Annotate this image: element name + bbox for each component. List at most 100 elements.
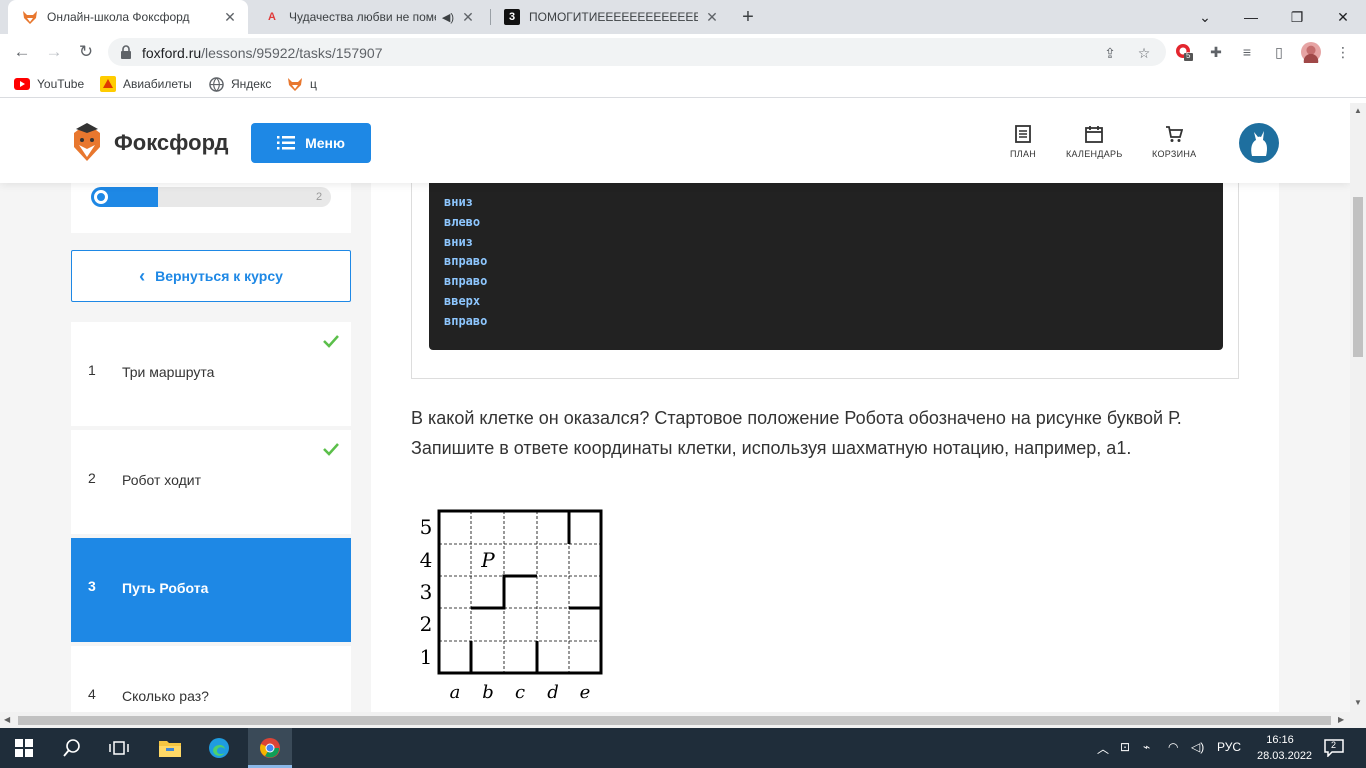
restore-button[interactable]: ❐ (1274, 0, 1320, 34)
media-control-icon[interactable]: ≡ (1237, 42, 1257, 62)
row-label: 5 (420, 515, 433, 539)
tab-search-icon[interactable]: ⌄ (1182, 0, 1228, 34)
scroll-left-arrow-icon[interactable]: ◀ (4, 715, 10, 724)
tray-meet-icon[interactable]: ⊡ (1120, 740, 1130, 754)
close-tab-icon[interactable]: ✕ (460, 9, 476, 26)
horizontal-scrollbar[interactable]: ◀ ▶ (0, 712, 1366, 728)
bookmark-yandex[interactable]: Яндекс (208, 76, 271, 92)
close-window-button[interactable]: ✕ (1320, 0, 1366, 34)
menu-button[interactable]: Меню (251, 123, 371, 163)
foxford-bookmark-icon (287, 76, 303, 92)
col-label: e (580, 682, 591, 703)
menu-kebab-icon[interactable]: ⋮ (1333, 42, 1353, 62)
lesson-number: 1 (88, 362, 96, 378)
puzzle-extensions-icon[interactable]: ✚ (1206, 42, 1226, 62)
lesson-item-4[interactable]: 4 Сколько раз? (71, 646, 351, 712)
side-panel-icon[interactable]: ▯ (1269, 42, 1289, 62)
logo-text: Фоксфорд (114, 130, 229, 155)
close-tab-icon[interactable]: ✕ (222, 9, 238, 26)
tab-video[interactable]: A Чудачества любви не поме ◀) ✕ (250, 0, 486, 34)
plan-icon (1015, 125, 1031, 143)
horizontal-scroll-thumb[interactable] (18, 716, 1331, 725)
chrome-icon[interactable] (258, 736, 282, 760)
tray-cable-icon[interactable]: ⌁ (1143, 740, 1150, 754)
col-label: c (515, 682, 525, 703)
nav-calendar[interactable]: КАЛЕНДАРЬ (1066, 125, 1123, 159)
bookmark-label: ц (310, 77, 317, 91)
lesson-item-3[interactable]: 3 Путь Робота (71, 538, 351, 642)
code-line: вниз (444, 234, 473, 249)
code-block: вниз влево вниз вправо вправо вверх впра… (429, 179, 1223, 350)
youtube-icon (14, 76, 30, 92)
bookmark-label: YouTube (37, 77, 85, 91)
language-indicator[interactable]: РУС (1217, 740, 1241, 754)
calendar-icon (1085, 126, 1104, 143)
forward-arrow-icon[interactable]: → (42, 40, 66, 64)
share-icon[interactable]: ⇪ (1102, 45, 1118, 61)
file-explorer-icon[interactable] (158, 736, 182, 760)
bookmark-star-icon[interactable]: ☆ (1136, 45, 1152, 61)
nav-label: КАЛЕНДАРЬ (1066, 149, 1123, 159)
row-label: 1 (420, 645, 433, 669)
edge-browser-icon[interactable] (207, 736, 231, 760)
reload-icon[interactable]: ↻ (74, 40, 98, 64)
vertical-scrollbar[interactable]: ▲ ▼ (1350, 103, 1366, 712)
tab-znanija[interactable]: 3 ПОМОГИТИЕЕЕЕЕЕЕЕЕЕЕЕЕЕЕЕ ✕ (490, 0, 730, 34)
scroll-right-arrow-icon[interactable]: ▶ (1338, 715, 1344, 724)
notifications-icon[interactable]: 2 (1322, 736, 1346, 760)
nav-label: КОРЗИНА (1152, 149, 1197, 159)
clock-time: 16:16 (1266, 734, 1294, 746)
lesson-item-1[interactable]: 1 Три маршрута (71, 322, 351, 426)
scroll-down-arrow-icon[interactable]: ▼ (1354, 698, 1362, 707)
code-line: вниз (444, 195, 473, 209)
col-label: d (547, 682, 559, 703)
nav-label: ПЛАН (1010, 149, 1037, 159)
back-arrow-icon[interactable]: ← (10, 40, 34, 64)
opera-extension-icon[interactable]: 5 (1174, 42, 1194, 62)
col-label: a (450, 682, 461, 703)
task-view-icon[interactable] (107, 736, 131, 760)
bookmark-c[interactable]: ц (287, 76, 317, 92)
site-header: Фоксфорд Меню ПЛАН КАЛЕНДАРЬ КОРЗИНА (0, 103, 1350, 183)
clock-date: 28.03.2022 (1257, 750, 1313, 762)
row-label: 2 (420, 612, 433, 636)
chevron-left-icon: ‹ (139, 265, 146, 286)
minimize-button[interactable]: — (1228, 0, 1274, 34)
user-avatar[interactable] (1239, 123, 1279, 163)
bookmark-aviatickets[interactable]: Авиабилеты (100, 76, 192, 92)
foxford-logo[interactable]: Фоксфорд (70, 123, 228, 163)
nav-plan[interactable]: ПЛАН (1010, 125, 1036, 159)
speaker-icon[interactable]: ◀) (442, 11, 454, 24)
network-icon[interactable]: ◠ (1168, 740, 1178, 754)
lesson-item-2[interactable]: 2 Робот ходит (71, 430, 351, 534)
back-to-course-button[interactable]: ‹ Вернуться к курсу (71, 250, 351, 302)
speaker-icon[interactable]: ◁) (1191, 740, 1204, 754)
bookmarks-bar: YouTube Авиабилеты Яндекс ц (0, 70, 1366, 98)
scroll-up-arrow-icon[interactable]: ▲ (1354, 106, 1362, 115)
close-tab-icon[interactable]: ✕ (704, 9, 720, 26)
robot-grid-figure: 5 4 3 2 1 a b c d e P (420, 509, 603, 703)
row-label: 4 (420, 548, 433, 572)
tray-chevron-up-icon[interactable]: ︿ (1097, 740, 1109, 757)
new-tab-button[interactable]: + (736, 5, 760, 29)
globe-icon (208, 76, 224, 92)
profile-avatar[interactable] (1301, 42, 1321, 63)
aviatickets-icon (100, 76, 116, 92)
tab-foxford[interactable]: Онлайн-школа Фоксфорд ✕ (8, 0, 248, 34)
notification-count: 2 (1331, 740, 1337, 750)
bookmark-youtube[interactable]: YouTube (14, 76, 84, 92)
checkmark-icon (323, 335, 339, 348)
bookmark-label: Авиабилеты (123, 77, 192, 91)
windows-taskbar: ︿ ⊡ ⌁ ◠ ◁) РУС 16:16 28.03.2022 2 (0, 728, 1366, 768)
address-bar[interactable]: foxford.ru/lessons/95922/tasks/157907 ⇪ … (108, 38, 1166, 66)
windows-start-icon[interactable] (12, 736, 36, 760)
vertical-scroll-thumb[interactable] (1353, 197, 1363, 357)
lesson-progress: 2 (71, 175, 351, 233)
system-clock[interactable]: 16:16 28.03.2022 (1257, 732, 1313, 764)
search-icon[interactable] (60, 736, 84, 760)
tab-title: ПОМОГИТИЕЕЕЕЕЕЕЕЕЕЕЕЕЕЕЕ (529, 10, 698, 24)
robot-marker: P (480, 548, 495, 572)
url-text: foxford.ru/lessons/95922/tasks/157907 (142, 45, 383, 61)
nav-cart[interactable]: КОРЗИНА (1152, 125, 1196, 159)
code-line: вправо (444, 274, 488, 289)
